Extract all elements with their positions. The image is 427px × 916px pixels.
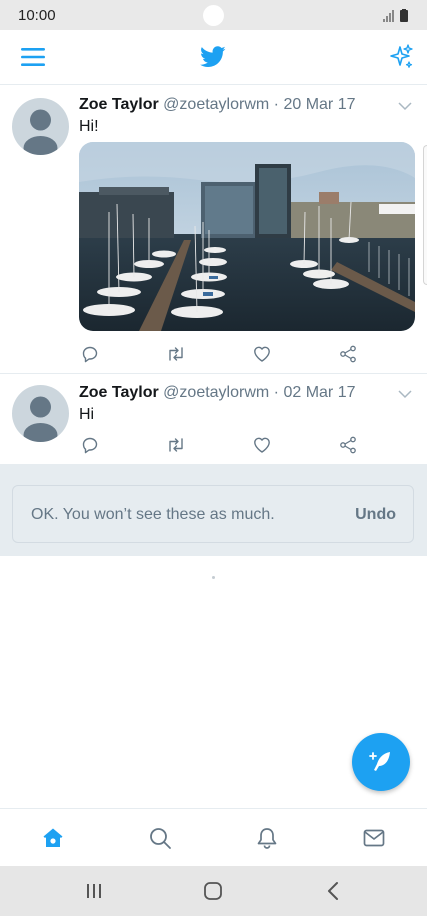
status-time: 10:00 — [18, 7, 56, 24]
recent-apps-icon[interactable] — [82, 880, 106, 902]
tweet-date: · 02 Mar 17 — [273, 384, 356, 401]
messages-envelope-icon[interactable] — [361, 825, 387, 851]
share-icon[interactable] — [337, 343, 359, 365]
top-app-bar — [0, 30, 427, 85]
tweet-actions — [79, 434, 379, 456]
home-icon[interactable] — [40, 825, 66, 851]
author-handle: @zoetaylorwm — [163, 384, 270, 401]
toast-message: OK. You won’t see these as much. — [31, 506, 275, 523]
chevron-down-icon[interactable] — [397, 386, 413, 402]
signal-icon — [383, 9, 408, 22]
tweet-text: Hi — [79, 406, 95, 423]
share-icon[interactable] — [337, 434, 359, 456]
tweet-header: Zoe Taylor @zoetaylorwm · 20 Mar 17 — [79, 96, 355, 114]
like-heart-icon[interactable] — [251, 343, 273, 365]
edge-panel-handle[interactable] — [423, 145, 427, 285]
author-name[interactable]: Zoe Taylor — [79, 384, 159, 401]
feedback-toast: OK. You won’t see these as much. Undo — [12, 485, 414, 543]
avatar[interactable] — [12, 385, 69, 442]
like-heart-icon[interactable] — [251, 434, 273, 456]
search-icon[interactable] — [147, 825, 173, 851]
compose-tweet-icon — [369, 752, 390, 771]
status-bar: 10:00 — [0, 0, 427, 30]
bottom-tab-bar — [0, 808, 427, 866]
notifications-bell-icon[interactable] — [254, 825, 280, 851]
tweet-header: Zoe Taylor @zoetaylorwm · 02 Mar 17 — [79, 384, 355, 402]
hamburger-menu-icon[interactable] — [16, 40, 50, 74]
author-handle: @zoetaylorwm — [163, 96, 270, 113]
undo-button[interactable]: Undo — [355, 506, 396, 524]
chevron-down-icon[interactable] — [397, 98, 413, 114]
avatar[interactable] — [12, 98, 69, 155]
battery-icon — [400, 10, 408, 22]
marina-photo — [79, 142, 415, 331]
tweet-actions — [79, 343, 379, 365]
reply-icon[interactable] — [79, 434, 101, 456]
tweet-date: · 20 Mar 17 — [273, 96, 356, 113]
author-name[interactable]: Zoe Taylor — [79, 96, 159, 113]
twitter-app: Zoe Taylor @zoetaylorwm · 20 Mar 17 Hi! — [0, 30, 427, 866]
compose-tweet-button[interactable] — [352, 733, 410, 791]
twitter-bird-icon — [196, 40, 230, 74]
camera-cutout — [203, 5, 224, 26]
reply-icon[interactable] — [79, 343, 101, 365]
loading-indicator — [212, 576, 215, 579]
home-button-icon[interactable] — [201, 880, 225, 902]
retweet-icon[interactable] — [165, 343, 187, 365]
tweet-card[interactable]: Zoe Taylor @zoetaylorwm · 20 Mar 17 Hi! — [0, 86, 427, 374]
back-icon[interactable] — [321, 880, 345, 902]
tweet-text: Hi! — [79, 118, 99, 135]
retweet-icon[interactable] — [165, 434, 187, 456]
feedback-toast-area: OK. You won’t see these as much. Undo — [0, 465, 427, 556]
sparkle-icon[interactable] — [384, 40, 418, 74]
tweet-card[interactable]: Zoe Taylor @zoetaylorwm · 02 Mar 17 Hi — [0, 374, 427, 465]
system-navigation-bar — [0, 866, 427, 916]
tweet-media-image[interactable] — [79, 142, 415, 331]
status-icons — [383, 9, 413, 23]
